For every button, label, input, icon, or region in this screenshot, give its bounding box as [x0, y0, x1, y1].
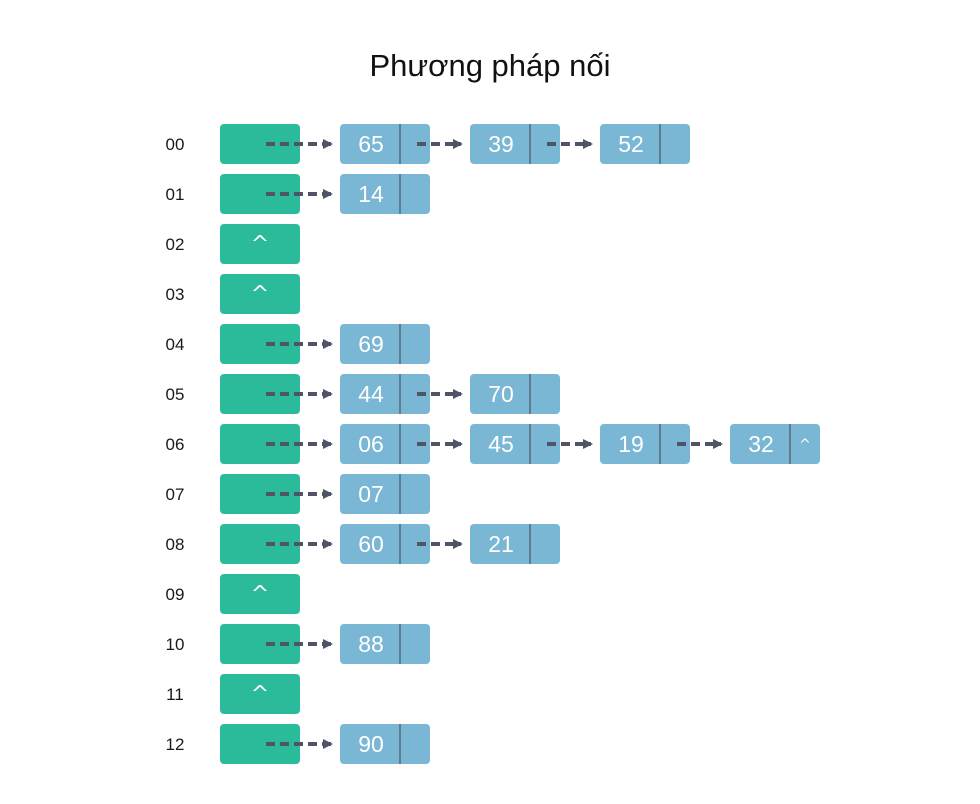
bucket-index-label: 05: [166, 385, 185, 404]
list-node: 19: [600, 424, 690, 464]
list-node-box: [470, 374, 560, 414]
null-pointer-symbol: ^: [251, 682, 269, 707]
bucket-row-03: 03 ^: [166, 274, 300, 314]
list-node-box: [600, 424, 690, 464]
list-node: 44: [340, 374, 430, 414]
list-node-box: [340, 174, 430, 214]
bucket-index-label: 01: [166, 185, 185, 204]
hash-table-svg: 00 65 39 5201 1402 ^03 ^04 6905 44 7006 06 45 19 32 ^0…: [166, 124, 820, 764]
node-value: 70: [488, 381, 514, 407]
list-node: 14: [340, 174, 430, 214]
node-value: 39: [488, 131, 514, 157]
node-value: 45: [488, 431, 514, 457]
bucket-index-label: 08: [166, 535, 185, 554]
list-node-box: [340, 724, 430, 764]
bucket-index-label: 10: [166, 635, 185, 654]
bucket-row-00: 00 65 39 52: [166, 124, 690, 164]
list-node-box: [340, 374, 430, 414]
list-node: 69: [340, 324, 430, 364]
bucket-row-06: 06 06 45 19 32 ^: [166, 424, 820, 464]
list-node-box: [470, 424, 560, 464]
bucket-index-label: 02: [166, 235, 185, 254]
null-pointer-symbol: ^: [251, 232, 269, 257]
bucket-index-label: 12: [166, 735, 185, 754]
list-node: 52: [600, 124, 690, 164]
bucket-index-label: 11: [166, 685, 184, 704]
node-value: 07: [358, 481, 384, 507]
bucket-row-05: 05 44 70: [166, 374, 560, 414]
node-value: 14: [358, 181, 384, 207]
list-node: 32 ^: [730, 424, 820, 464]
null-pointer-symbol: ^: [251, 282, 269, 307]
bucket-row-08: 08 60 21: [166, 524, 560, 564]
list-node-box: [470, 124, 560, 164]
list-node-box: [340, 624, 430, 664]
node-value: 19: [618, 431, 644, 457]
list-node: 39: [470, 124, 560, 164]
bucket-index-label: 06: [166, 435, 185, 454]
node-value: 21: [488, 531, 514, 557]
node-value: 06: [358, 431, 384, 457]
list-node-box: [340, 424, 430, 464]
bucket-row-02: 02 ^: [166, 224, 300, 264]
list-node-box: [470, 524, 560, 564]
node-value: 69: [358, 331, 384, 357]
bucket-index-label: 07: [166, 485, 185, 504]
list-node: 45: [470, 424, 560, 464]
bucket-index-label: 04: [166, 335, 185, 354]
list-node: 07: [340, 474, 430, 514]
list-node: 06: [340, 424, 430, 464]
node-value: 44: [358, 381, 384, 407]
list-node: 70: [470, 374, 560, 414]
list-node-box: [600, 124, 690, 164]
bucket-index-label: 00: [166, 135, 185, 154]
node-value: 65: [358, 131, 384, 157]
list-node-box: [340, 324, 430, 364]
list-node: 21: [470, 524, 560, 564]
bucket-row-11: 11 ^: [166, 674, 300, 714]
bucket-row-09: 09 ^: [166, 574, 300, 614]
hash-chaining-diagram: Phương pháp nối 00 65 39 52 01 14 02 ^ 03 ^ 04 69 05…: [0, 0, 980, 804]
bucket-index-label: 03: [166, 285, 185, 304]
node-value: 88: [358, 631, 384, 657]
node-value: 32: [748, 431, 774, 457]
list-node: 60: [340, 524, 430, 564]
null-pointer-symbol: ^: [251, 582, 269, 607]
node-value: 60: [358, 531, 384, 557]
list-node: 65: [340, 124, 430, 164]
list-node-box: [340, 124, 430, 164]
list-node-box: [340, 474, 430, 514]
list-node-box: [340, 524, 430, 564]
node-value: 90: [358, 731, 384, 757]
bucket-index-label: 09: [166, 585, 185, 604]
node-value: 52: [618, 131, 644, 157]
list-node: 88: [340, 624, 430, 664]
list-node: 90: [340, 724, 430, 764]
tail-null-symbol: ^: [799, 437, 811, 453]
